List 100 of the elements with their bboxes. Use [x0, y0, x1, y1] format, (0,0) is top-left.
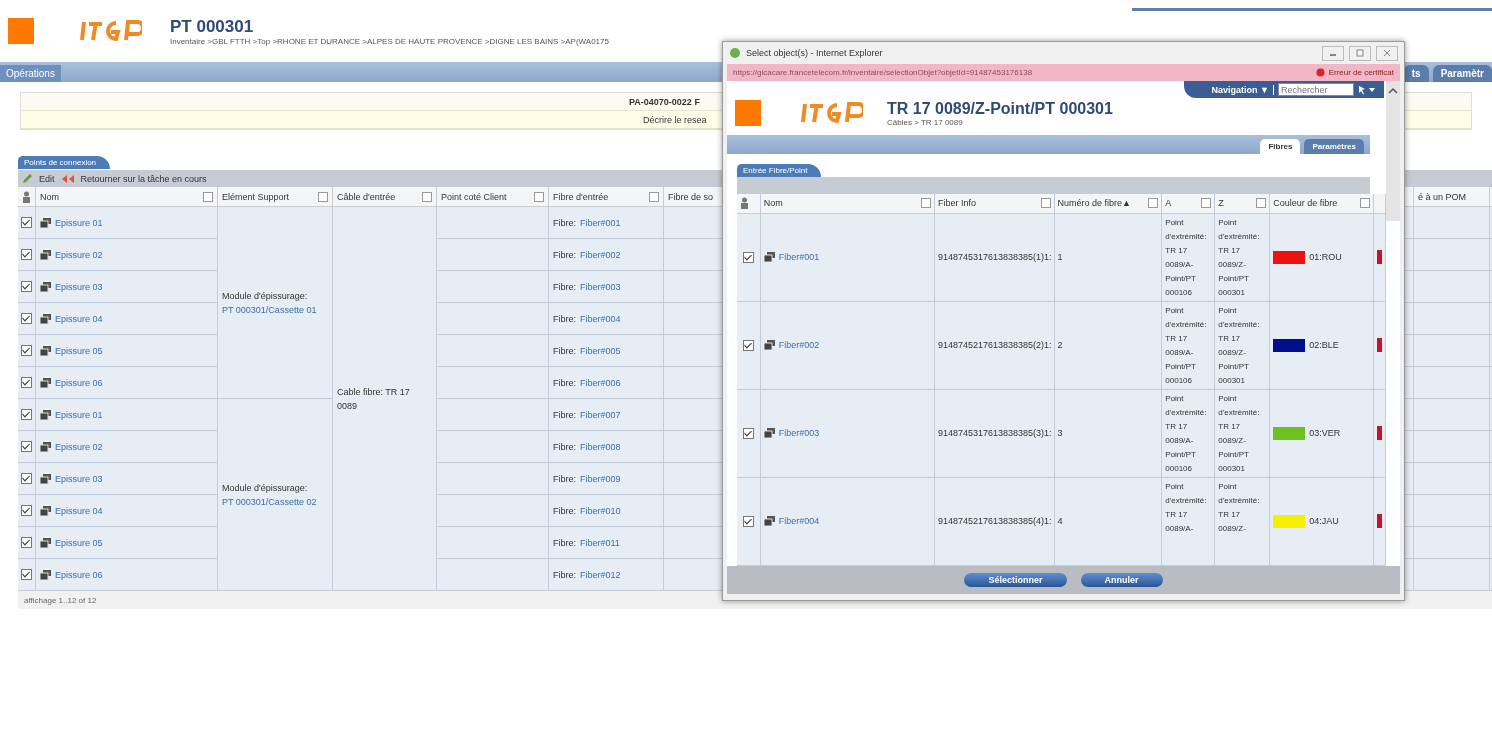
splice-link[interactable]: Epissure 04	[55, 313, 103, 324]
fiber-number: 2	[1057, 340, 1063, 351]
splice-link[interactable]: Epissure 04	[55, 505, 103, 516]
column-header[interactable]: Couleur de fibre	[1273, 198, 1338, 209]
cursor-icon[interactable]	[1358, 84, 1376, 95]
checkbox[interactable]	[21, 473, 32, 484]
checkbox[interactable]	[21, 217, 32, 228]
checkbox[interactable]	[21, 409, 32, 420]
column-header[interactable]: Z	[1218, 198, 1224, 209]
column-header[interactable]: Fibre d'entrée	[553, 191, 609, 202]
dialog-button[interactable]: Annuler	[1080, 573, 1163, 587]
column-header[interactable]: Fibre de so	[668, 191, 714, 202]
filter-icon[interactable]	[649, 191, 659, 202]
fiber-link[interactable]: Fiber#003	[778, 428, 820, 439]
filter-icon[interactable]	[1360, 198, 1371, 209]
column-header[interactable]: Point coté Client	[441, 191, 507, 202]
person-icon	[22, 190, 31, 203]
filter-icon[interactable]	[1040, 198, 1051, 209]
search-field[interactable]: Rechercher	[1278, 83, 1354, 96]
checkbox[interactable]	[21, 537, 32, 548]
filter-icon[interactable]	[422, 191, 432, 202]
splice-link[interactable]: Epissure 05	[55, 537, 103, 548]
filter-icon[interactable]	[1256, 198, 1267, 209]
splice-link[interactable]: Epissure 06	[55, 377, 103, 388]
checkbox[interactable]	[21, 377, 32, 388]
fibre-link[interactable]: Fiber#008	[580, 441, 621, 452]
splice-link[interactable]: Epissure 01	[55, 409, 103, 420]
panel-tab[interactable]: Entrée Fibre/Point	[737, 163, 822, 177]
support-link[interactable]: PT 000301/Cassette 01	[222, 304, 317, 315]
splice-link[interactable]: Epissure 03	[55, 281, 103, 292]
fibre-link[interactable]: Fiber#005	[580, 345, 621, 356]
close-button[interactable]	[1376, 45, 1398, 61]
filter-icon[interactable]	[534, 191, 544, 202]
page-tab[interactable]: ts	[1403, 65, 1429, 82]
operations-tab[interactable]: Opérations	[0, 65, 61, 82]
fibre-link[interactable]: Fiber#001	[580, 217, 621, 228]
address-field[interactable]: https://gicacare.francetelecom.fr/inventaire/selectionObjet?objetId=91487453176138	[733, 68, 1033, 77]
certificate-error[interactable]: Erreur de certificat	[1328, 68, 1394, 77]
support-text: Module d'épissurage: PT 000301/Cassette 02	[222, 481, 318, 509]
checkbox[interactable]	[742, 340, 754, 351]
column-header[interactable]: é à un POM	[1418, 191, 1467, 202]
fiber-info: 9148745217613838385(4)1:	[937, 516, 1052, 527]
column-header[interactable]: Fiber Info	[937, 198, 976, 209]
filter-icon[interactable]	[318, 191, 328, 202]
page-tab[interactable]: Paramètr	[1432, 65, 1492, 82]
splice-link[interactable]: Epissure 03	[55, 473, 103, 484]
pagination-text: affichage 1..12 of 12	[24, 595, 97, 605]
minimize-button[interactable]	[1322, 45, 1344, 61]
stack-icon	[40, 217, 51, 228]
fibre-link[interactable]: Fiber#009	[580, 473, 621, 484]
column-header[interactable]: A	[1165, 198, 1172, 209]
splice-link[interactable]: Epissure 06	[55, 569, 103, 580]
filter-icon[interactable]	[1201, 198, 1212, 209]
fibre-link[interactable]: Fiber#002	[580, 249, 621, 260]
scrollbar[interactable]	[1386, 81, 1400, 221]
filter-icon[interactable]	[920, 198, 931, 209]
fibre-link[interactable]: Fiber#006	[580, 377, 621, 388]
splice-link[interactable]: Epissure 01	[55, 217, 103, 228]
fiber-link[interactable]: Fiber#001	[778, 252, 820, 263]
filter-icon[interactable]	[203, 191, 213, 202]
fibre-link[interactable]: Fiber#004	[580, 313, 621, 324]
panel-tab[interactable]: Points de connexion	[18, 156, 111, 169]
checkbox[interactable]	[21, 505, 32, 516]
fibre-label: Fibre:	[553, 409, 576, 420]
fiber-link[interactable]: Fiber#002	[778, 340, 820, 351]
checkbox[interactable]	[21, 249, 32, 260]
checkbox[interactable]	[21, 441, 32, 452]
navigation-menu[interactable]: Navigation ▼	[1207, 84, 1274, 95]
popup-tab[interactable]: Fibres	[1260, 138, 1301, 154]
checkbox[interactable]	[742, 252, 754, 263]
fibre-link[interactable]: Fiber#010	[580, 505, 621, 516]
filter-icon[interactable]	[1148, 198, 1159, 209]
checkbox[interactable]	[742, 516, 754, 527]
checkbox[interactable]	[21, 569, 32, 580]
checkbox[interactable]	[21, 281, 32, 292]
fiber-link[interactable]: Fiber#004	[778, 516, 820, 527]
fibre-label: Fibre:	[553, 569, 576, 580]
support-link[interactable]: PT 000301/Cassette 02	[222, 496, 317, 507]
fibre-link[interactable]: Fiber#003	[580, 281, 621, 292]
splice-link[interactable]: Epissure 05	[55, 345, 103, 356]
splice-link[interactable]: Epissure 02	[55, 441, 103, 452]
checkbox[interactable]	[21, 345, 32, 356]
fibre-label: Fibre:	[553, 313, 576, 324]
splice-link[interactable]: Epissure 02	[55, 249, 103, 260]
scroll-up-icon[interactable]	[1388, 87, 1398, 95]
fiber-info: 9148745317613838385(3)1:	[937, 428, 1052, 439]
column-header[interactable]: Elément Support	[222, 191, 290, 202]
popup-tab[interactable]: Paramètres	[1304, 138, 1364, 154]
fibre-link[interactable]: Fiber#012	[580, 569, 621, 580]
checkbox[interactable]	[21, 313, 32, 324]
dialog-button[interactable]: Sélectionner	[964, 573, 1067, 587]
fibre-link[interactable]: Fiber#011	[580, 537, 620, 548]
toolbar-button[interactable]: Retourner sur la tâche en cours	[78, 173, 209, 184]
column-header[interactable]: Numéro de fibre▲	[1057, 198, 1131, 209]
column-header[interactable]: Nom	[40, 191, 59, 202]
fibre-link[interactable]: Fiber#007	[580, 409, 621, 420]
checkbox[interactable]	[742, 428, 754, 439]
column-header[interactable]: Nom	[763, 198, 783, 209]
column-header[interactable]: Câble d'entrée	[337, 191, 396, 202]
toolbar-button[interactable]: Edit	[37, 173, 57, 184]
